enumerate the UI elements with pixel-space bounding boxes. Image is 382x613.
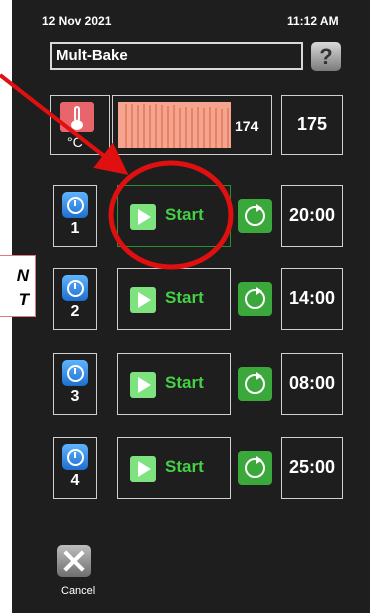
annotation-arrow: [0, 73, 129, 175]
annotation-overlay: [0, 73, 234, 270]
annotation-circle: [108, 160, 234, 270]
